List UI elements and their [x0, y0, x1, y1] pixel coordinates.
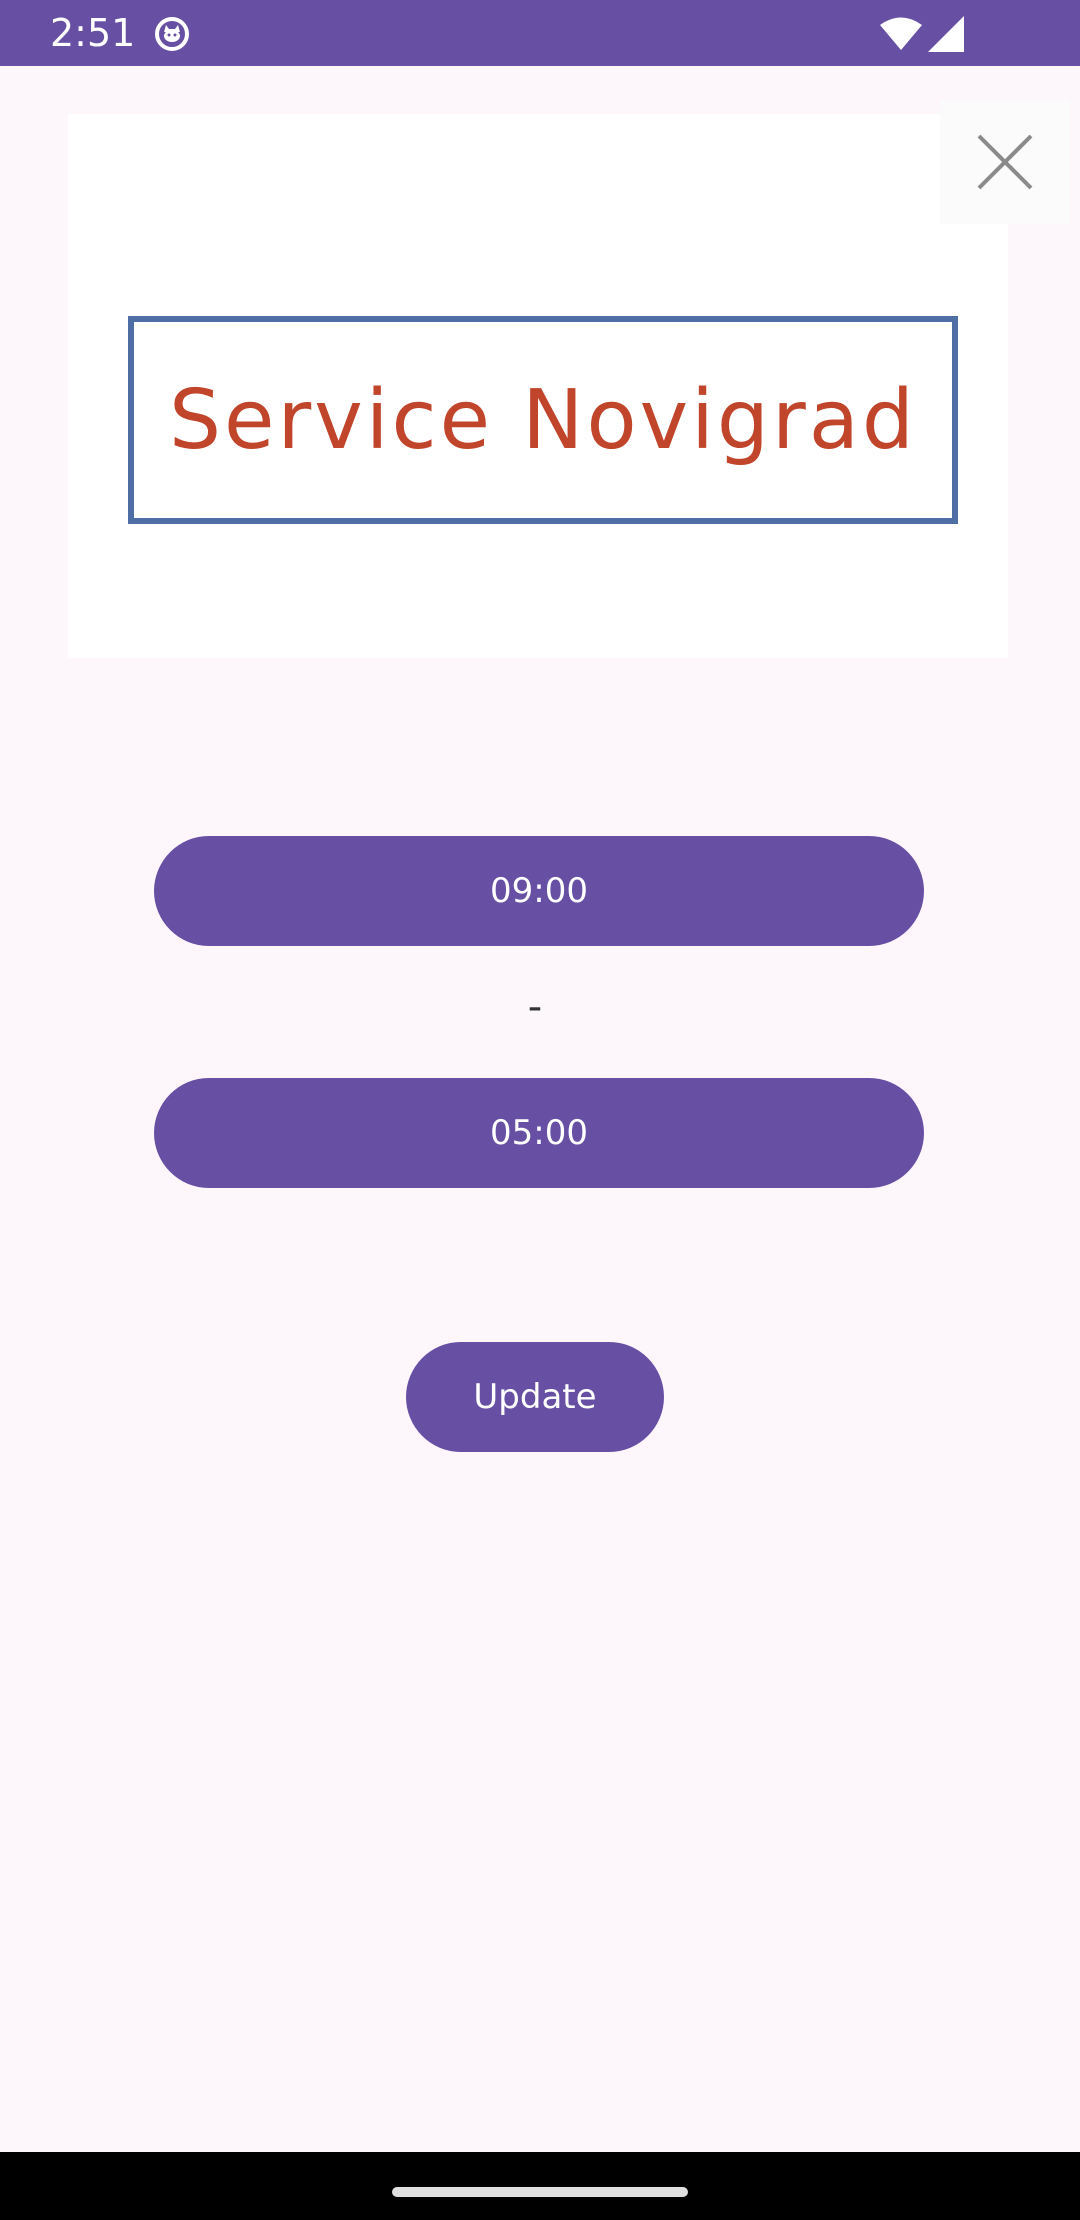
close-button[interactable] — [940, 100, 1070, 224]
home-indicator[interactable] — [392, 2187, 688, 2197]
wifi-icon — [880, 17, 922, 50]
time-separator: - — [527, 984, 543, 1030]
status-bar: 2:51 — [0, 0, 1080, 66]
update-button[interactable]: Update — [406, 1342, 664, 1452]
app-notification-icon — [155, 17, 189, 51]
main-content: Service Novigrad 09:00 - 05:00 Update — [0, 66, 1080, 2152]
status-time: 2:51 — [50, 11, 136, 55]
update-button-label: Update — [473, 1377, 597, 1417]
close-icon — [977, 134, 1033, 190]
end-time-label: 05:00 — [490, 1113, 588, 1153]
end-time-button[interactable]: 05:00 — [154, 1078, 924, 1188]
start-time-label: 09:00 — [490, 871, 588, 911]
signal-icon — [928, 16, 964, 52]
service-novigrad-logo: Service Novigrad — [128, 316, 958, 524]
logo-text: Service Novigrad — [168, 372, 917, 468]
navigation-bar — [0, 2152, 1080, 2220]
start-time-button[interactable]: 09:00 — [154, 836, 924, 946]
logo-panel: Service Novigrad — [68, 114, 1008, 658]
